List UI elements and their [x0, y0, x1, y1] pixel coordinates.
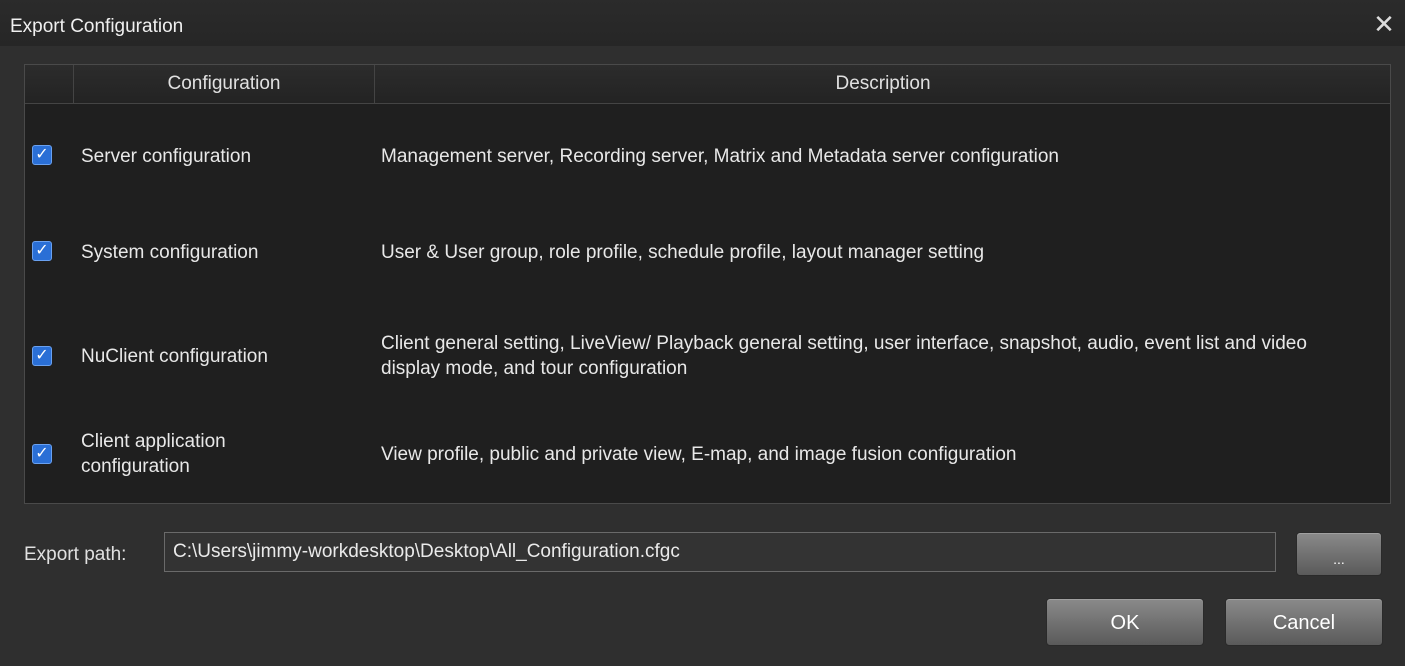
row-configuration-name: System configuration	[81, 242, 259, 263]
dialog-title: Export Configuration	[10, 16, 184, 37]
table-row[interactable]: ✓ NuClient configuration Client general …	[25, 298, 1390, 393]
header-configuration: Configuration	[73, 65, 374, 103]
title-bar[interactable]: Export Configuration ✕	[0, 0, 1405, 46]
cancel-button[interactable]: Cancel	[1225, 598, 1383, 646]
configuration-table: Configuration Description ✓ Server confi…	[24, 64, 1391, 504]
table-header: Configuration Description	[25, 65, 1390, 104]
row-configuration-name: Client application configuration	[81, 431, 226, 477]
ok-button[interactable]: OK	[1046, 598, 1204, 646]
table-row[interactable]: ✓ Server configuration Management server…	[25, 108, 1390, 203]
header-description: Description	[374, 65, 1391, 103]
row-description: View profile, public and private view, E…	[381, 444, 1017, 465]
table-row[interactable]: ✓ System configuration User & User group…	[25, 203, 1390, 298]
export-path-input[interactable]: C:\Users\jimmy-workdesktop\Desktop\All_C…	[164, 532, 1276, 572]
row-checkbox[interactable]: ✓	[32, 145, 52, 165]
table-row[interactable]: ✓ Client application configuration View …	[25, 393, 1390, 488]
export-path-label: Export path:	[24, 544, 127, 565]
row-description: User & User group, role profile, schedul…	[381, 242, 985, 263]
row-checkbox[interactable]: ✓	[32, 346, 52, 366]
export-configuration-dialog: Export Configuration ✕ Configuration Des…	[0, 0, 1405, 666]
row-checkbox[interactable]: ✓	[32, 241, 52, 261]
row-description: Client general setting, LiveView/ Playba…	[381, 333, 1307, 379]
row-configuration-name: Server configuration	[81, 146, 252, 167]
close-icon[interactable]: ✕	[1371, 11, 1397, 37]
browse-button[interactable]: ...	[1296, 532, 1382, 576]
row-description: Management server, Recording server, Mat…	[381, 146, 1059, 167]
header-checkbox-column	[25, 65, 73, 103]
row-checkbox[interactable]: ✓	[32, 444, 52, 464]
row-configuration-name: NuClient configuration	[81, 346, 268, 367]
